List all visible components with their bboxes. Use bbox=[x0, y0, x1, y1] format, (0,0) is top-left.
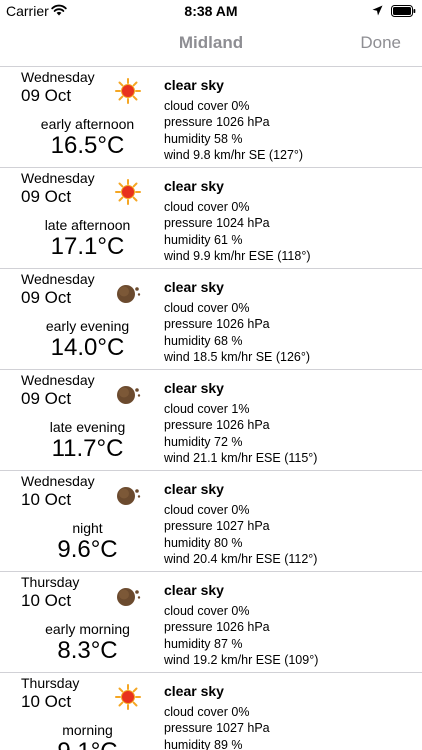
forecast-list[interactable]: Wednesday 09 Oct early afternoon 16.5°C … bbox=[0, 67, 422, 750]
forecast-temperature: 11.7°C bbox=[51, 435, 124, 462]
sun-icon bbox=[115, 78, 141, 104]
forecast-period: late evening bbox=[49, 419, 126, 435]
cloud-cover: cloud cover 0% bbox=[164, 705, 250, 719]
wind: wind 18.5 km/hr SE (126°) bbox=[164, 349, 311, 364]
pressure: pressure 1026 hPa bbox=[164, 418, 270, 433]
forecast-row[interactable]: Thursday 10 Oct morning 9.1°C clear sky … bbox=[0, 673, 422, 750]
forecast-details: cloud cover 0% pressure 1026 hPa humidit… bbox=[164, 603, 318, 668]
forecast-temperature: 14.0°C bbox=[50, 334, 125, 361]
forecast-condition: clear sky bbox=[164, 178, 224, 194]
forecast-condition: clear sky bbox=[164, 582, 224, 598]
nav-bar: Midland Done bbox=[0, 22, 422, 67]
humidity: humidity 72 % bbox=[164, 434, 243, 449]
forecast-day: Wednesday bbox=[21, 69, 95, 85]
forecast-row[interactable]: Wednesday 09 Oct early evening 14.0°C cl… bbox=[0, 269, 422, 370]
done-button[interactable]: Done bbox=[360, 33, 401, 53]
forecast-temperature: 9.1°C bbox=[21, 738, 154, 750]
forecast-temperature: 8.3°C bbox=[57, 637, 118, 664]
pressure: pressure 1026 hPa bbox=[164, 317, 270, 332]
forecast-day: Wednesday bbox=[21, 170, 95, 186]
pressure: pressure 1026 hPa bbox=[164, 620, 270, 635]
forecast-condition: clear sky bbox=[164, 279, 224, 295]
pressure: pressure 1026 hPa bbox=[164, 115, 270, 130]
pressure: pressure 1024 hPa bbox=[164, 216, 270, 231]
wind: wind 19.2 km/hr ESE (109°) bbox=[164, 652, 319, 667]
forecast-temperature: 16.5°C bbox=[50, 132, 125, 159]
sun-icon bbox=[115, 179, 141, 205]
humidity: humidity 89 % bbox=[164, 737, 243, 750]
forecast-date: 09 Oct bbox=[21, 288, 72, 307]
status-bar: Carrier 8:38 AM bbox=[0, 0, 422, 22]
forecast-period: early morning bbox=[45, 621, 130, 637]
humidity: humidity 80 % bbox=[164, 535, 243, 550]
forecast-date: 09 Oct bbox=[21, 86, 72, 105]
forecast-day: Thursday bbox=[21, 675, 80, 691]
forecast-condition: clear sky bbox=[164, 77, 224, 93]
wind: wind 9.8 km/hr SE (127°) bbox=[164, 147, 304, 162]
forecast-details: cloud cover 0% pressure 1027 hPa humidit… bbox=[164, 502, 317, 567]
forecast-details: cloud cover 0% pressure 1027 hPa humidit… bbox=[164, 704, 270, 750]
humidity: humidity 68 % bbox=[164, 333, 243, 348]
forecast-period: early afternoon bbox=[40, 116, 135, 132]
forecast-day: Thursday bbox=[21, 574, 80, 590]
moon-icon bbox=[117, 285, 141, 303]
forecast-details: cloud cover 0% pressure 1024 hPa humidit… bbox=[164, 199, 311, 264]
forecast-day: Wednesday bbox=[21, 372, 95, 388]
wind: wind 20.4 km/hr ESE (112°) bbox=[164, 551, 318, 566]
cloud-cover: cloud cover 0% bbox=[164, 604, 250, 618]
wind: wind 21.1 km/hr ESE (115°) bbox=[164, 450, 318, 465]
forecast-details: cloud cover 0% pressure 1026 hPa humidit… bbox=[164, 300, 310, 365]
battery-icon bbox=[391, 5, 416, 17]
wind: wind 9.9 km/hr ESE (118°) bbox=[164, 248, 311, 263]
forecast-date: 10 Oct bbox=[21, 490, 72, 509]
forecast-condition: clear sky bbox=[164, 683, 224, 699]
forecast-condition: clear sky bbox=[164, 380, 224, 396]
forecast-row[interactable]: Wednesday 09 Oct late evening 11.7°C cle… bbox=[0, 370, 422, 471]
forecast-date: 09 Oct bbox=[21, 389, 72, 408]
cloud-cover: cloud cover 1% bbox=[164, 402, 250, 416]
forecast-row[interactable]: Thursday 10 Oct early morning 8.3°C clea… bbox=[0, 572, 422, 673]
forecast-row[interactable]: Wednesday 09 Oct early afternoon 16.5°C … bbox=[0, 67, 422, 168]
cloud-cover: cloud cover 0% bbox=[164, 301, 250, 315]
humidity: humidity 58 % bbox=[164, 131, 243, 146]
sun-icon bbox=[115, 684, 141, 710]
forecast-period: early evening bbox=[45, 318, 130, 334]
humidity: humidity 87 % bbox=[164, 636, 243, 651]
forecast-date: 10 Oct bbox=[21, 591, 72, 610]
forecast-date: 09 Oct bbox=[21, 187, 72, 206]
status-time: 8:38 AM bbox=[184, 3, 238, 19]
forecast-row[interactable]: Wednesday 10 Oct night 9.6°C clear sky c… bbox=[0, 471, 422, 572]
moon-icon bbox=[117, 386, 141, 404]
forecast-period: late afternoon bbox=[44, 217, 131, 233]
forecast-period: night bbox=[72, 520, 103, 536]
forecast-temperature: 17.1°C bbox=[50, 233, 125, 260]
location-arrow-icon bbox=[372, 5, 383, 16]
cloud-cover: cloud cover 0% bbox=[164, 503, 250, 517]
forecast-date: 10 Oct bbox=[21, 692, 72, 711]
forecast-details: cloud cover 0% pressure 1026 hPa humidit… bbox=[164, 98, 303, 163]
forecast-day: Wednesday bbox=[21, 271, 95, 287]
cloud-cover: cloud cover 0% bbox=[164, 200, 250, 214]
forecast-day: Wednesday bbox=[21, 473, 95, 489]
forecast-period: morning bbox=[62, 722, 113, 738]
app-root: Carrier 8:38 AM Midland Done Wednesday 0… bbox=[0, 0, 422, 750]
humidity: humidity 61 % bbox=[164, 232, 243, 247]
forecast-temperature: 9.6°C bbox=[57, 536, 118, 563]
cloud-cover: cloud cover 0% bbox=[164, 99, 250, 113]
moon-icon bbox=[117, 588, 141, 606]
forecast-row[interactable]: Wednesday 09 Oct late afternoon 17.1°C c… bbox=[0, 168, 422, 269]
pressure: pressure 1027 hPa bbox=[164, 519, 270, 534]
forecast-details: cloud cover 1% pressure 1026 hPa humidit… bbox=[164, 401, 317, 466]
page-title: Midland bbox=[178, 33, 244, 52]
moon-icon bbox=[117, 487, 141, 505]
pressure: pressure 1027 hPa bbox=[164, 721, 270, 736]
forecast-condition: clear sky bbox=[164, 481, 224, 497]
